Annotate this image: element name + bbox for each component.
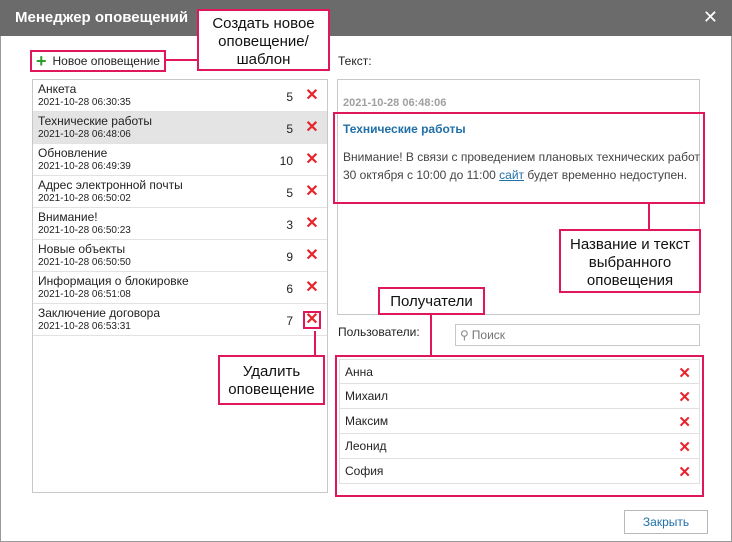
connector-create (166, 59, 197, 61)
callout-delete: Удалить оповещение (218, 355, 325, 405)
text-label: Текст: (338, 54, 372, 68)
close-button[interactable]: Закрыть (624, 510, 708, 534)
user-row[interactable]: Михаил ✕ (339, 384, 700, 409)
remove-user-icon[interactable]: ✕ (678, 388, 691, 406)
list-item[interactable]: Адрес электронной почты 2021-10-28 06:50… (33, 176, 327, 208)
connector-recipients (430, 315, 432, 355)
remove-user-icon[interactable]: ✕ (678, 463, 691, 481)
close-icon[interactable]: ✕ (703, 7, 718, 27)
delete-icon[interactable]: ✕ (303, 151, 321, 169)
remove-user-icon[interactable]: ✕ (678, 364, 691, 382)
callout-message: Название и текст выбранного оповещения (559, 229, 701, 293)
users-label: Пользователи: (338, 325, 420, 339)
new-notification-label: Новое оповещение (52, 54, 160, 68)
callout-recipients: Получатели (378, 287, 485, 315)
connector-delete (314, 331, 316, 355)
remove-user-icon[interactable]: ✕ (678, 413, 691, 431)
site-link[interactable]: сайт (499, 168, 524, 182)
user-row[interactable]: Леонид ✕ (339, 434, 700, 459)
delete-icon[interactable]: ✕ (303, 215, 321, 233)
list-item[interactable]: Заключение договора 2021-10-28 06:53:31 … (33, 304, 327, 336)
plus-icon: + (36, 51, 47, 71)
delete-icon[interactable]: ✕ (303, 183, 321, 201)
delete-icon[interactable]: ✕ (303, 311, 321, 329)
notification-list: Анкета 2021-10-28 06:30:35 5 ✕ Техническ… (32, 79, 328, 493)
message-body: Внимание! В связи с проведением плановых… (343, 150, 700, 182)
search-input[interactable] (471, 328, 682, 342)
user-row[interactable]: Анна ✕ (339, 359, 700, 384)
callout-create: Создать новое оповещение/ шаблон (197, 9, 330, 71)
recipients-list: Анна ✕ Михаил ✕ Максим ✕ Леонид ✕ София … (335, 355, 704, 497)
delete-icon[interactable]: ✕ (303, 279, 321, 297)
delete-icon[interactable]: ✕ (303, 87, 321, 105)
user-row[interactable]: София ✕ (339, 459, 700, 484)
list-item[interactable]: Обновление 2021-10-28 06:49:39 10 ✕ (33, 144, 327, 176)
delete-icon[interactable]: ✕ (303, 247, 321, 265)
message-date: 2021-10-28 06:48:06 (343, 97, 447, 109)
message-content: Технические работы Внимание! В связи с п… (333, 112, 705, 204)
list-item[interactable]: Новые объекты 2021-10-28 06:50:50 9 ✕ (33, 240, 327, 272)
search-field[interactable]: ⚲ (455, 324, 700, 346)
delete-icon[interactable]: ✕ (303, 119, 321, 137)
remove-user-icon[interactable]: ✕ (678, 438, 691, 456)
title-bar: Менеджер оповещений ✕ (0, 0, 732, 36)
list-item[interactable]: Информация о блокировке 2021-10-28 06:51… (33, 272, 327, 304)
window-title: Менеджер оповещений (15, 9, 189, 26)
list-item[interactable]: Внимание! 2021-10-28 06:50:23 3 ✕ (33, 208, 327, 240)
user-row[interactable]: Максим ✕ (339, 409, 700, 434)
new-notification-button[interactable]: + Новое оповещение (30, 50, 166, 72)
list-item-selected[interactable]: Технические работы 2021-10-28 06:48:06 5… (33, 112, 327, 144)
search-icon: ⚲ (460, 328, 469, 342)
list-item[interactable]: Анкета 2021-10-28 06:30:35 5 ✕ (33, 80, 327, 112)
connector-message (648, 204, 650, 229)
message-title: Технические работы (343, 122, 466, 136)
